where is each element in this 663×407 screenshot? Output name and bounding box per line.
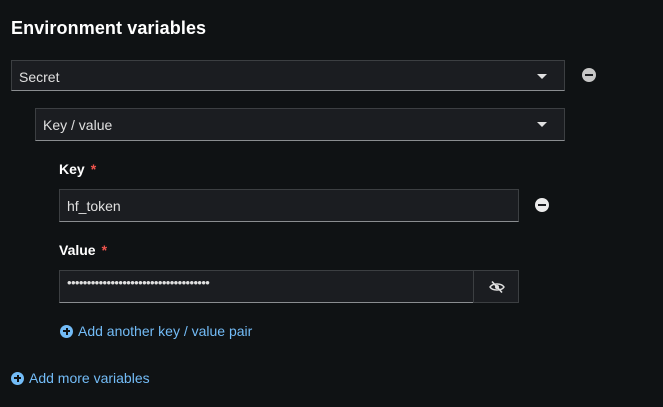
toggle-visibility-button[interactable] [473,270,519,303]
add-pair-label: Add another key / value pair [78,323,253,339]
value-label-text: Value [59,242,96,258]
value-field-label: Value * [59,242,107,258]
add-key-value-pair-link[interactable]: Add another key / value pair [60,323,252,339]
key-input[interactable]: hf_token [59,189,519,222]
plus-circle-icon [60,324,73,338]
environment-variables-panel: Environment variables Secret Key / value… [0,0,663,407]
secret-type-select-value: Key / value [43,117,113,133]
key-field-label: Key * [59,161,96,177]
value-masked-text: •••••••••••••••••••••••••••••••••••• [67,275,210,290]
env-type-select-value: Secret [19,69,60,85]
remove-key-value-icon[interactable] [535,198,549,212]
eye-slash-icon [489,280,505,294]
section-title: Environment variables [11,18,207,38]
required-asterisk: * [90,161,97,177]
value-password-input[interactable]: •••••••••••••••••••••••••••••••••••• [59,270,474,303]
env-type-select[interactable]: Secret [11,60,565,91]
remove-variable-icon[interactable] [582,68,596,82]
secret-type-select[interactable]: Key / value [35,108,565,141]
chevron-down-icon [537,74,547,79]
plus-circle-icon [11,371,24,385]
required-asterisk: * [101,242,108,258]
chevron-down-icon [537,122,547,127]
add-variables-label: Add more variables [29,370,150,386]
add-more-variables-link[interactable]: Add more variables [11,370,150,386]
key-input-value: hf_token [67,198,121,214]
key-label-text: Key [59,161,85,177]
